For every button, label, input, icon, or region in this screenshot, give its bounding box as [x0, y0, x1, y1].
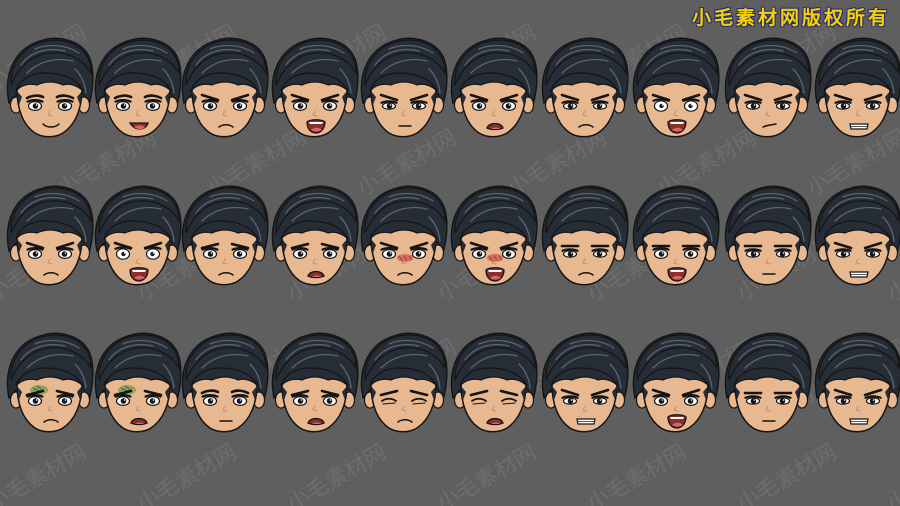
face-distressed: [271, 185, 359, 286]
face-glare: [541, 185, 629, 286]
face-angry-open: [450, 37, 538, 138]
face-smirk: [724, 37, 812, 138]
face-worried: [181, 185, 269, 286]
expression-sheet: [6, 37, 900, 433]
face-frown: [181, 37, 269, 138]
face-yell: [632, 332, 720, 433]
face-rage-shout: [632, 37, 720, 138]
face-snarl: [814, 332, 900, 433]
face-sad-down: [6, 185, 94, 286]
face-squint: [360, 332, 448, 433]
face-serious: [724, 185, 812, 286]
face-shocked: [94, 185, 182, 286]
face-teeth-grit: [541, 332, 629, 433]
face-annoyed: [724, 332, 812, 433]
face-sneer: [814, 185, 900, 286]
copyright-title: 小毛素材网版权所有: [691, 7, 890, 29]
face-pain: [450, 332, 538, 433]
face-blush-shout: [450, 185, 538, 286]
face-sick: [6, 332, 94, 433]
face-neutral: [181, 332, 269, 433]
face-shout-left: [632, 185, 720, 286]
face-angry: [360, 37, 448, 138]
face-grimace: [814, 37, 900, 138]
face-smile: [6, 37, 94, 138]
face-worried-open: [271, 332, 359, 433]
face-blush-angry: [360, 185, 448, 286]
face-stern: [541, 37, 629, 138]
face-angry-shout: [271, 37, 359, 138]
face-sick-shout: [94, 332, 182, 433]
face-open-smile: [94, 37, 182, 138]
sprite-sheet-canvas: 小毛素材网 小毛素材网 小毛素材网 小毛素材网 小毛素材网 小毛素材网 小毛素材网 小毛素材网…: [0, 0, 900, 506]
